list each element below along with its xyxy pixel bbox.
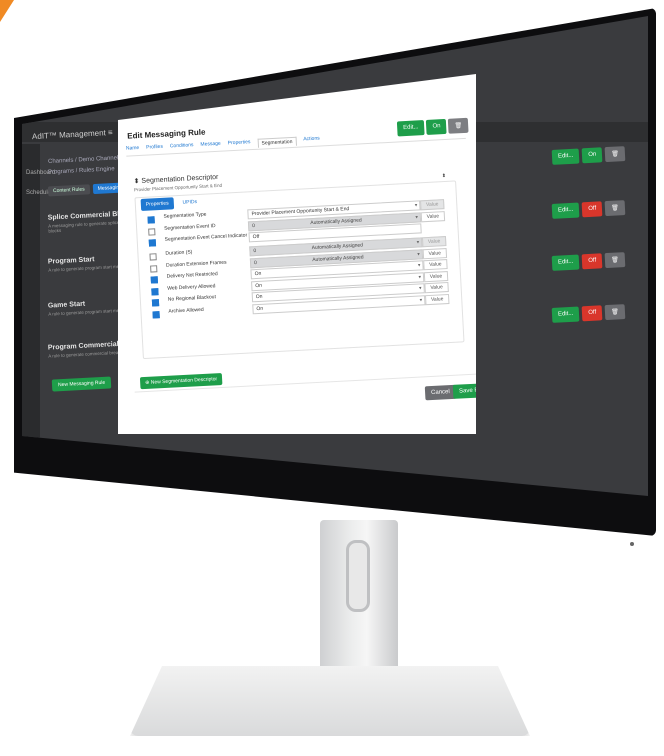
trash-icon[interactable]: 🗑	[604, 304, 626, 321]
chevron-down-icon: ▾	[416, 239, 420, 246]
modal-title: Edit Messaging Rule	[127, 127, 206, 141]
rule-actions: Edit... Off 🗑	[551, 252, 626, 271]
sub-breadcrumb[interactable]: Programs / Rules Engine	[48, 166, 115, 175]
edit-button[interactable]: Edit...	[551, 306, 580, 323]
edit-button[interactable]: Edit...	[396, 120, 425, 137]
chevron-down-icon: ▾	[419, 296, 423, 304]
field-checkbox[interactable]	[150, 276, 159, 284]
trash-icon[interactable]: 🗑	[604, 200, 626, 217]
field-checkbox[interactable]	[150, 264, 158, 273]
field-list: Segmentation Type Provider Placement Opp…	[147, 199, 452, 321]
cable-hole	[346, 540, 370, 612]
power-indicator	[630, 542, 634, 546]
value-button[interactable]: Value	[422, 247, 448, 259]
chevron-down-icon: ▾	[418, 285, 422, 292]
off-toggle[interactable]: Off	[581, 201, 603, 218]
value-button[interactable]: Value	[423, 270, 449, 282]
tab-profiles[interactable]: Profiles	[146, 144, 163, 154]
field-checkbox[interactable]	[152, 310, 160, 319]
tab-name[interactable]: Name	[126, 145, 140, 155]
field-checkbox[interactable]	[151, 287, 159, 296]
edit-button[interactable]: Edit...	[551, 148, 580, 165]
trash-icon[interactable]: 🗑	[604, 252, 626, 269]
value-button[interactable]: Value	[421, 236, 447, 248]
field-checkbox[interactable]	[147, 216, 155, 224]
tab-message[interactable]: Message	[200, 141, 221, 151]
trash-icon[interactable]: 🗑	[604, 146, 626, 163]
modal-actions: Edit... On 🗑	[396, 117, 469, 137]
value-button[interactable]: Value	[424, 281, 449, 294]
cancel-button[interactable]: Cancel	[424, 384, 457, 401]
value-button[interactable]: Value	[420, 210, 446, 222]
monitor: AdIT™ Management ≡ Dashboard Schedule Ch…	[0, 0, 664, 756]
new-messaging-rule-button[interactable]: New Messaging Rule	[51, 376, 112, 392]
on-toggle[interactable]: On	[581, 147, 603, 164]
tab-actions[interactable]: Actions	[303, 136, 320, 146]
rule-actions: Edit... On 🗑	[551, 146, 626, 165]
field-checkbox[interactable]	[148, 227, 156, 236]
field-checkbox[interactable]	[148, 239, 157, 247]
chevron-down-icon: ▾	[418, 273, 422, 281]
edit-button[interactable]: Edit...	[551, 202, 580, 219]
off-toggle[interactable]: Off	[581, 253, 603, 270]
value-button[interactable]: Value	[424, 293, 450, 305]
field-checkbox[interactable]	[149, 253, 157, 261]
rule-actions: Edit... Off 🗑	[551, 200, 626, 219]
field-checkbox[interactable]	[151, 299, 160, 307]
chevron-down-icon: ▾	[417, 262, 421, 269]
value-button[interactable]: Value	[423, 259, 448, 271]
off-toggle[interactable]: Off	[581, 305, 603, 322]
subtab-properties[interactable]: Properties	[140, 197, 174, 211]
edit-rule-modal: × Edit Messaging Rule Name Profiles Cond…	[118, 74, 476, 434]
subtab-upids[interactable]: UPIDs	[177, 196, 202, 209]
chevron-icon[interactable]: ⬍	[442, 173, 447, 179]
trash-icon[interactable]: 🗑	[448, 117, 469, 134]
tab-content-rules[interactable]: Content Rules	[47, 184, 90, 197]
rule-actions: Edit... Off 🗑	[551, 304, 626, 323]
monitor-stand-base	[130, 666, 530, 736]
on-toggle[interactable]: On	[426, 118, 447, 135]
chevron-down-icon: ▾	[415, 214, 419, 221]
tab-conditions[interactable]: Conditions	[170, 142, 194, 152]
tab-properties[interactable]: Properties	[228, 139, 251, 149]
breadcrumb[interactable]: Channels / Demo Channel ✎	[48, 154, 125, 165]
chevron-down-icon: ▾	[414, 202, 418, 209]
value-button[interactable]: Value	[420, 199, 445, 211]
edit-button[interactable]: Edit...	[551, 254, 580, 271]
chevron-down-icon: ▾	[417, 250, 420, 258]
